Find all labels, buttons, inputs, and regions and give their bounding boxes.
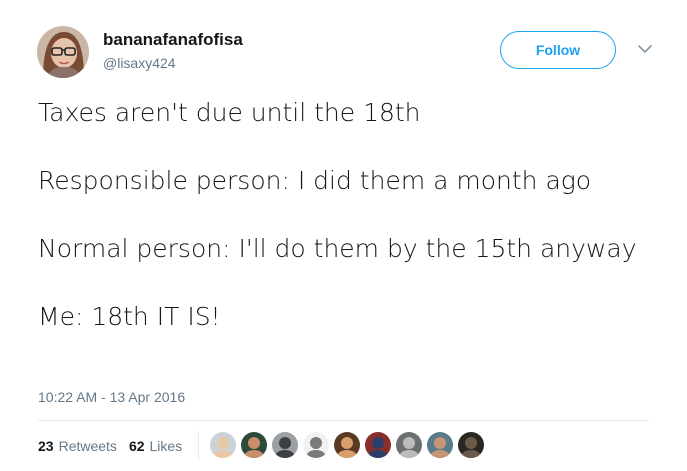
likes-count: 62 bbox=[128, 438, 145, 454]
tweet-text: Taxes aren't due until the 18th Responsi… bbox=[38, 96, 658, 334]
author-display-name[interactable]: bananafanafofisa bbox=[103, 30, 243, 50]
avatar-woman-dark-icon[interactable] bbox=[241, 432, 267, 458]
follow-button[interactable]: Follow bbox=[500, 31, 616, 69]
author-avatar-photo-icon bbox=[37, 26, 89, 78]
retweets-count: 23 bbox=[38, 438, 54, 454]
tweet-paragraph: Responsible person: I did them a month a… bbox=[38, 166, 592, 195]
tweet-timestamp[interactable]: 10:22 AM - 13 Apr 2016 bbox=[38, 389, 185, 405]
avatar-sketch-icon[interactable] bbox=[303, 432, 329, 458]
avatar-man-glasses-icon[interactable] bbox=[334, 432, 360, 458]
tweet-card: bananafanafofisa @lisaxy424 Follow Taxes… bbox=[0, 0, 687, 471]
tweet-paragraph: Me: 18th IT IS! bbox=[38, 302, 221, 331]
stats-separator bbox=[198, 431, 199, 461]
retweets-stat[interactable]: 23 Retweets bbox=[38, 438, 117, 454]
tweet-stats: 23 Retweets 62 Likes bbox=[38, 438, 194, 454]
chevron-down-icon[interactable] bbox=[637, 42, 653, 54]
avatar-man-outdoors-icon[interactable] bbox=[427, 432, 453, 458]
avatar-patterned-icon[interactable] bbox=[365, 432, 391, 458]
tweet-paragraph: Taxes aren't due until the 18th bbox=[38, 98, 421, 127]
author-avatar[interactable] bbox=[37, 26, 89, 78]
divider bbox=[38, 420, 649, 421]
retweets-label: Retweets bbox=[58, 438, 117, 454]
author-handle[interactable]: @lisaxy424 bbox=[103, 55, 176, 71]
avatar-dark-icon[interactable] bbox=[458, 432, 484, 458]
liker-avatars bbox=[210, 432, 489, 458]
likes-label: Likes bbox=[149, 438, 183, 454]
tweet-paragraph: Normal person: I'll do them by the 15th … bbox=[38, 234, 637, 263]
likes-stat[interactable]: 62 Likes bbox=[129, 438, 182, 454]
avatar-man-bw-icon[interactable] bbox=[272, 432, 298, 458]
avatar-group-icon[interactable] bbox=[396, 432, 422, 458]
avatar-woman-blonde-icon[interactable] bbox=[210, 432, 236, 458]
